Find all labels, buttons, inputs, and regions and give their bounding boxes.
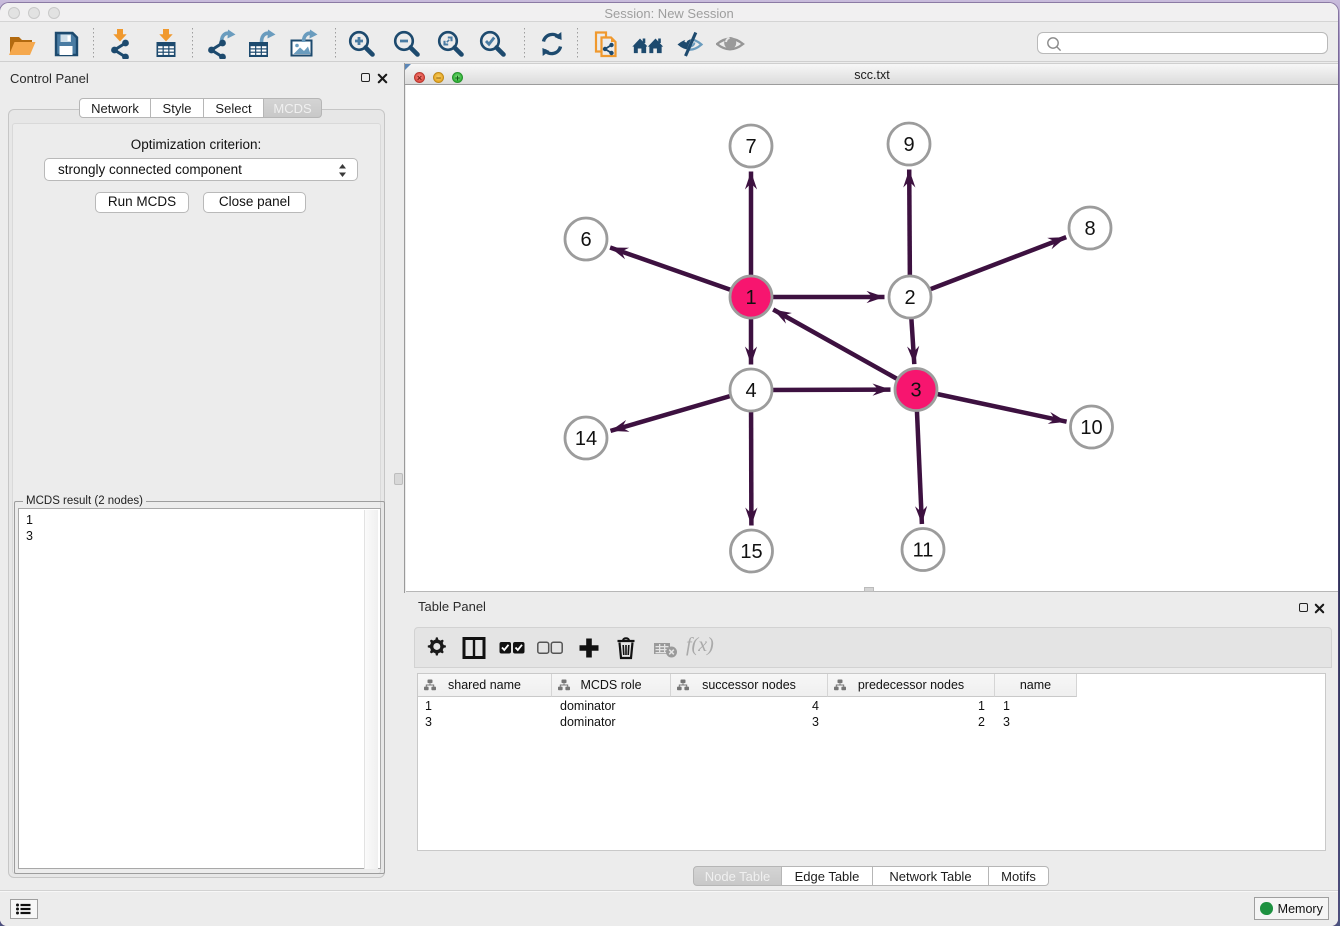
- svg-text:9: 9: [903, 134, 914, 156]
- svg-text:1: 1: [745, 287, 756, 309]
- svg-text:2: 2: [904, 287, 915, 309]
- svg-text:8: 8: [1084, 218, 1095, 240]
- svg-text:14: 14: [575, 428, 597, 450]
- svg-text:6: 6: [580, 229, 591, 251]
- svg-text:3: 3: [910, 380, 921, 402]
- svg-text:4: 4: [745, 380, 756, 402]
- svg-text:15: 15: [740, 541, 762, 563]
- svg-text:7: 7: [745, 136, 756, 158]
- svg-text:10: 10: [1080, 417, 1102, 439]
- svg-text:11: 11: [913, 540, 934, 562]
